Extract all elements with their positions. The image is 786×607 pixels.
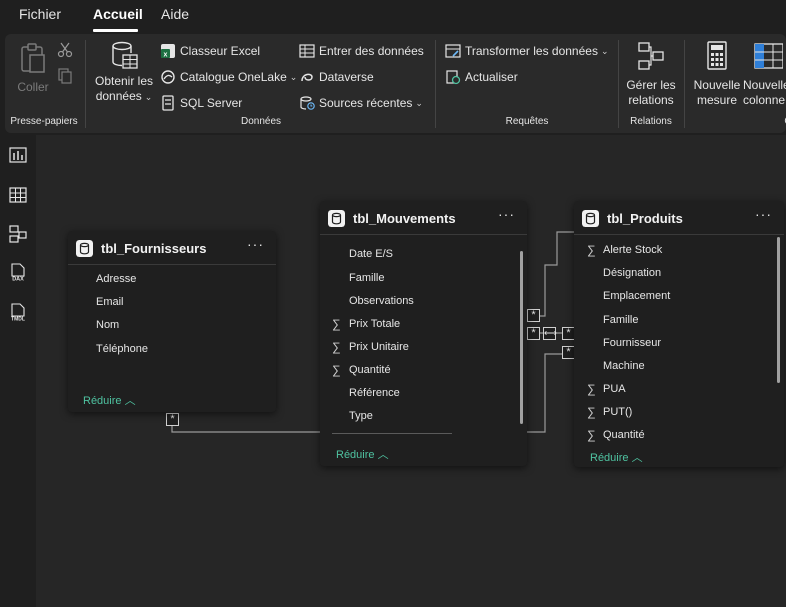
field-put[interactable]: PUT() xyxy=(603,406,632,418)
sigma-icon: ∑ xyxy=(332,317,341,331)
chevron-up-icon: ︿ xyxy=(377,449,389,461)
table-card-header[interactable]: tbl_Fournisseurs ··· xyxy=(68,231,276,265)
scrollbar[interactable] xyxy=(520,251,523,424)
many-cardinality-marker[interactable]: * xyxy=(527,327,540,340)
field-quantite[interactable]: Quantité xyxy=(349,364,391,376)
chevron-up-icon: ︿ xyxy=(124,395,136,407)
field-nom[interactable]: Nom xyxy=(96,319,119,331)
table-card-mouvements[interactable]: tbl_Mouvements ··· Date E/S Famille Obse… xyxy=(320,201,527,466)
table-icon xyxy=(582,210,599,227)
relationship-line[interactable] xyxy=(527,353,576,433)
table-card-fournisseurs[interactable]: tbl_Fournisseurs ··· Adresse Email Nom T… xyxy=(68,231,276,412)
table-icon xyxy=(76,240,93,257)
field-prix-unitaire[interactable]: Prix Unitaire xyxy=(349,341,409,353)
sigma-icon: ∑ xyxy=(332,340,341,354)
field-emplacement[interactable]: Emplacement xyxy=(603,290,670,302)
many-cardinality-marker[interactable]: * xyxy=(527,309,540,322)
collapse-button[interactable]: Réduire ︿ xyxy=(83,392,136,408)
field-date-es[interactable]: Date E/S xyxy=(349,248,393,260)
table-card-header[interactable]: tbl_Produits ··· xyxy=(574,201,784,235)
sigma-icon: ∑ xyxy=(587,243,596,257)
field-type[interactable]: Type xyxy=(349,410,373,422)
field-reference[interactable]: Référence xyxy=(349,387,400,399)
more-options-icon[interactable]: ··· xyxy=(247,236,264,252)
field-adresse[interactable]: Adresse xyxy=(96,273,136,285)
collapse-button[interactable]: Réduire ︿ xyxy=(590,449,643,465)
field-email[interactable]: Email xyxy=(96,296,124,308)
table-title: tbl_Fournisseurs xyxy=(101,241,207,256)
chevron-up-icon: ︿ xyxy=(631,452,643,464)
scrollbar[interactable] xyxy=(777,237,780,383)
field-famille[interactable]: Famille xyxy=(603,314,638,326)
table-icon xyxy=(328,210,345,227)
sigma-icon: ∑ xyxy=(587,428,596,442)
both-direction-filter-icon[interactable]: ⟷ xyxy=(543,327,557,340)
field-alerte-stock[interactable]: Alerte Stock xyxy=(603,244,662,256)
many-cardinality-marker[interactable]: * xyxy=(166,413,179,426)
sigma-icon: ∑ xyxy=(587,382,596,396)
field-observations[interactable]: Observations xyxy=(349,295,414,307)
field-designation[interactable]: Désignation xyxy=(603,267,661,279)
field-prix-totale[interactable]: Prix Totale xyxy=(349,318,400,330)
field-pua[interactable]: PUA xyxy=(603,383,626,395)
field-machine[interactable]: Machine xyxy=(603,360,645,372)
sigma-icon: ∑ xyxy=(587,405,596,419)
sigma-icon: ∑ xyxy=(332,363,341,377)
table-title: tbl_Mouvements xyxy=(353,211,456,226)
table-card-produits[interactable]: tbl_Produits ··· ∑ Alerte Stock Désignat… xyxy=(574,201,784,467)
more-options-icon[interactable]: ··· xyxy=(498,206,515,222)
more-options-icon[interactable]: ··· xyxy=(755,206,772,222)
field-partially-visible[interactable] xyxy=(332,433,452,440)
table-title: tbl_Produits xyxy=(607,211,683,226)
field-fournisseur[interactable]: Fournisseur xyxy=(603,337,661,349)
collapse-button[interactable]: Réduire ︿ xyxy=(336,446,389,462)
field-quantite[interactable]: Quantité xyxy=(603,429,645,441)
field-telephone[interactable]: Téléphone xyxy=(96,343,148,355)
field-famille[interactable]: Famille xyxy=(349,272,384,284)
table-card-header[interactable]: tbl_Mouvements ··· xyxy=(320,201,527,235)
relationship-line[interactable] xyxy=(171,419,322,433)
field-list[interactable]: Date E/S Famille Observations ∑ Prix Tot… xyxy=(320,236,520,440)
relationship-line[interactable] xyxy=(527,231,576,317)
